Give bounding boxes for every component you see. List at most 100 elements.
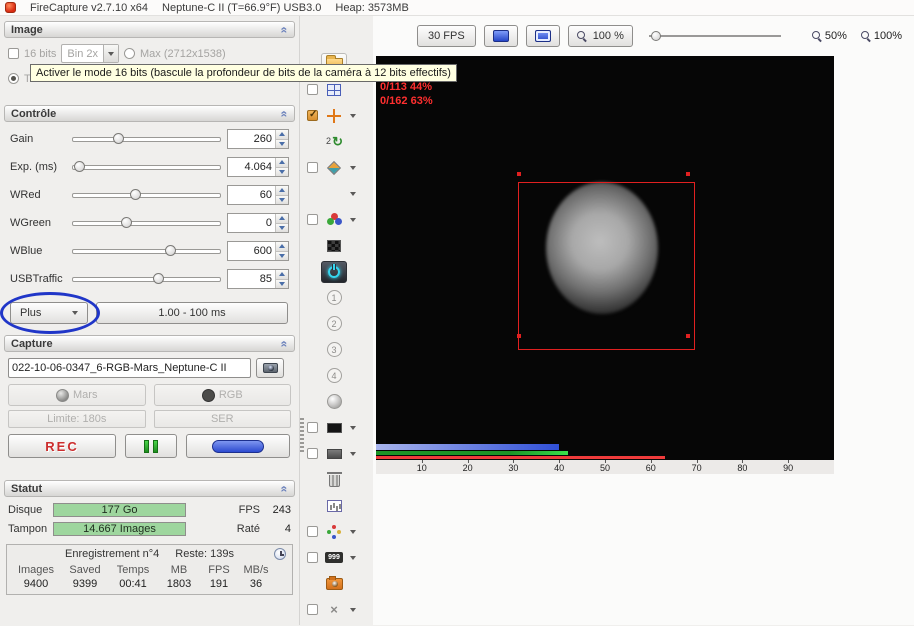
frame-counter-toggle[interactable]: 999 — [321, 547, 347, 569]
plus-button[interactable]: Plus — [10, 302, 88, 324]
zoom-100-button[interactable]: 100% — [860, 30, 902, 42]
quality-marker-toggle-checkbox[interactable] — [307, 162, 318, 173]
collapse-icon[interactable]: « — [278, 340, 292, 347]
filter-button[interactable]: RGB — [153, 384, 291, 406]
mini-histogram-button[interactable] — [321, 495, 347, 517]
collapse-icon[interactable]: « — [278, 485, 292, 492]
chevron-down-icon[interactable] — [350, 425, 356, 430]
preset-1-button[interactable]: 1 — [321, 287, 347, 309]
spinner-value[interactable]: 60 — [228, 186, 275, 204]
chevron-down-icon[interactable] — [350, 191, 356, 196]
overlay-options-dropdown[interactable] — [321, 183, 347, 205]
bin-combo[interactable]: Bin 2x — [61, 44, 119, 63]
object-profile-button[interactable]: Mars — [8, 384, 146, 406]
live-preview-button[interactable] — [186, 434, 290, 458]
delete-files-button[interactable] — [321, 469, 347, 491]
value-spinner[interactable]: 600 — [227, 241, 289, 261]
reticle-overlay-toggle[interactable] — [321, 105, 347, 127]
slider-track[interactable] — [72, 244, 221, 258]
statut-section-header[interactable]: Statut « — [4, 480, 295, 497]
full-resolution-button[interactable] — [483, 25, 518, 47]
capture-section-header[interactable]: Capture « — [4, 335, 295, 352]
record-button[interactable]: REC — [8, 434, 116, 458]
slider-thumb[interactable] — [74, 161, 86, 172]
camera-preview-canvas[interactable]: 0/146 56%0/113 44%0/162 63% — [376, 56, 834, 460]
roi-handle[interactable] — [517, 172, 521, 176]
preset-3-button[interactable]: 3 — [321, 339, 347, 361]
slider-track[interactable] — [72, 272, 221, 286]
filename-input[interactable] — [8, 358, 251, 378]
snapshot-button[interactable] — [321, 573, 347, 595]
controle-section-header[interactable]: Contrôle « — [4, 105, 295, 122]
zoom-50-button[interactable]: 50% — [811, 30, 847, 42]
fps-button[interactable]: 30 FPS — [417, 25, 476, 47]
spinner-up-button[interactable] — [276, 186, 288, 195]
bits16-checkbox[interactable] — [8, 48, 19, 59]
spinner-value[interactable]: 4.064 — [228, 158, 275, 176]
limit-button[interactable]: Limite: 180s — [8, 410, 146, 428]
spinner-value[interactable]: 260 — [228, 130, 275, 148]
pause-button[interactable] — [125, 434, 177, 458]
splitter-handle[interactable] — [300, 416, 304, 454]
flat-frame-toggle[interactable] — [321, 443, 347, 465]
rotate-image-button[interactable] — [321, 131, 347, 153]
flat-frame-toggle-checkbox[interactable] — [307, 448, 318, 459]
slider-thumb[interactable] — [165, 245, 177, 256]
camera-power-button[interactable] — [321, 260, 347, 283]
spinner-value[interactable]: 600 — [228, 242, 275, 260]
collapse-icon[interactable]: « — [278, 110, 292, 117]
combo-arrow-button[interactable] — [103, 45, 118, 62]
taille-radio[interactable] — [8, 73, 19, 84]
close-tool-dropdown-checkbox[interactable] — [307, 604, 318, 615]
slider-thumb[interactable] — [113, 133, 125, 144]
spinner-down-button[interactable] — [276, 222, 288, 232]
value-spinner[interactable]: 0 — [227, 213, 289, 233]
exposure-range-button[interactable]: 1.00 - 100 ms — [96, 302, 288, 324]
preset-4-button[interactable]: 4 — [321, 365, 347, 387]
chevron-down-icon[interactable] — [350, 555, 356, 560]
spinner-up-button[interactable] — [276, 242, 288, 251]
spinner-up-button[interactable] — [276, 130, 288, 139]
spinner-down-button[interactable] — [276, 166, 288, 176]
preset-2-button[interactable]: 2 — [321, 313, 347, 335]
dark-frame-toggle[interactable] — [321, 417, 347, 439]
value-spinner[interactable]: 260 — [227, 129, 289, 149]
value-spinner[interactable]: 4.064 — [227, 157, 289, 177]
chevron-down-icon[interactable] — [350, 529, 356, 534]
spinner-up-button[interactable] — [276, 214, 288, 223]
quality-marker-toggle[interactable] — [321, 157, 347, 179]
max-resolution-radio[interactable] — [124, 48, 135, 59]
frame-counter-toggle-checkbox[interactable] — [307, 552, 318, 563]
dark-frame-toggle-checkbox[interactable] — [307, 422, 318, 433]
spinner-down-button[interactable] — [276, 278, 288, 288]
color-adjust-toggle-checkbox[interactable] — [307, 214, 318, 225]
chevron-down-icon[interactable] — [350, 113, 356, 118]
spinner-value[interactable]: 0 — [228, 214, 275, 232]
chevron-down-icon[interactable] — [350, 451, 356, 456]
roi-handle[interactable] — [517, 334, 521, 338]
collapse-icon[interactable]: « — [278, 26, 292, 33]
roi-rectangle[interactable] — [517, 172, 695, 350]
zoom-slider[interactable] — [648, 29, 781, 43]
slider-track[interactable] — [72, 216, 221, 230]
sphere-button[interactable] — [321, 391, 347, 413]
roi-handle[interactable] — [686, 172, 690, 176]
image-section-header[interactable]: Image « — [4, 21, 295, 38]
color-reticle-toggle[interactable] — [321, 521, 347, 543]
slider-track[interactable] — [72, 160, 221, 174]
reticle-overlay-toggle-checkbox[interactable] — [307, 109, 318, 121]
chevron-down-icon[interactable] — [350, 165, 356, 170]
bayer-pattern-button[interactable] — [321, 235, 347, 257]
fit-window-button[interactable] — [525, 25, 560, 47]
chevron-down-icon[interactable] — [350, 217, 356, 222]
zoom-slider-knob[interactable] — [650, 31, 661, 41]
slider-track[interactable] — [72, 132, 221, 146]
format-button[interactable]: SER — [153, 410, 291, 428]
color-adjust-toggle[interactable] — [321, 209, 347, 231]
spinner-down-button[interactable] — [276, 138, 288, 148]
spinner-value[interactable]: 85 — [228, 270, 275, 288]
snapshot-filename-button[interactable] — [256, 358, 284, 378]
value-spinner[interactable]: 85 — [227, 269, 289, 289]
zoom-button[interactable]: 100 % — [567, 25, 633, 47]
roi-handle[interactable] — [686, 334, 690, 338]
